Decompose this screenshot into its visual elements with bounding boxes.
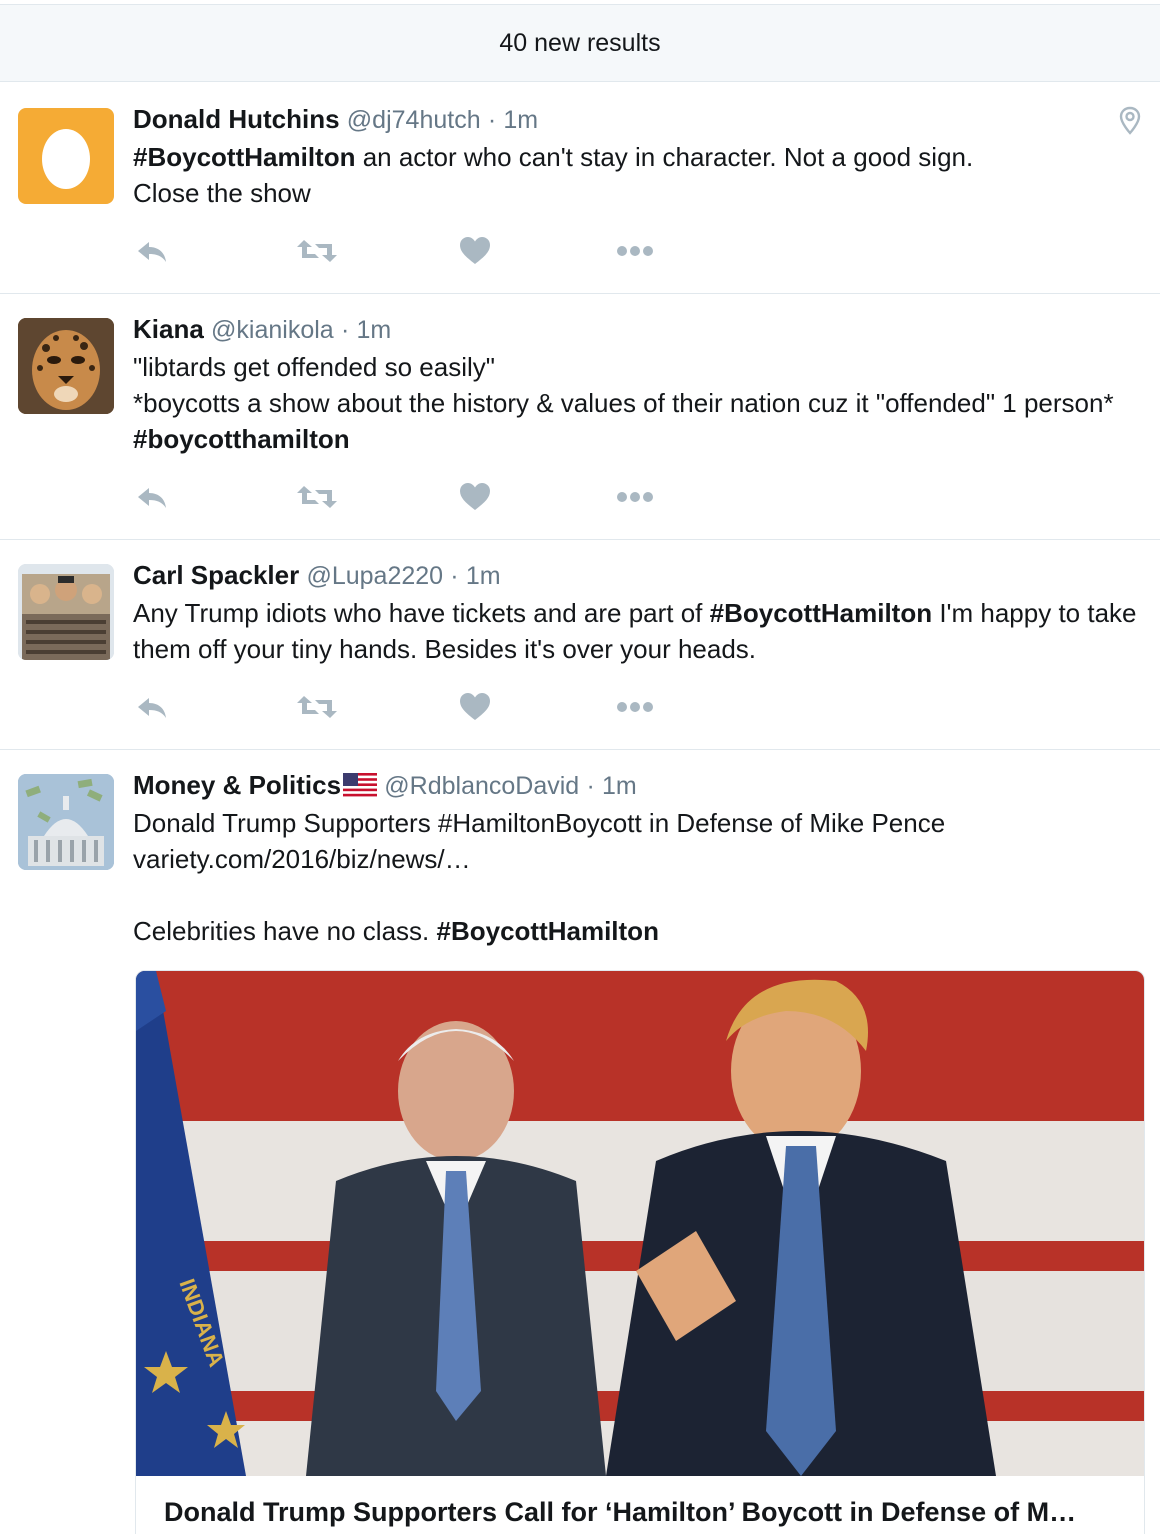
more-icon bbox=[617, 246, 653, 256]
tweet-item[interactable]: Kiana @kianikola · 1m "libtards get offe… bbox=[0, 294, 1160, 540]
retweet-button[interactable] bbox=[295, 234, 337, 268]
like-button[interactable] bbox=[458, 690, 498, 724]
like-icon bbox=[460, 237, 490, 264]
separator-dot: · bbox=[487, 106, 497, 134]
separator-dot: · bbox=[586, 772, 595, 800]
tweet-text: Any Trump idiots who have tickets and ar… bbox=[133, 595, 1140, 667]
tweet-author-handle[interactable]: @kianikola bbox=[211, 316, 334, 344]
card-image: INDIANA bbox=[136, 971, 1144, 1476]
hashtag-link[interactable]: #BoycottHamilton bbox=[710, 598, 932, 628]
retweet-button[interactable] bbox=[295, 480, 337, 514]
link-preview-card[interactable]: INDIANA Donald Trump Supporters Call for… bbox=[135, 970, 1145, 1534]
reply-button[interactable] bbox=[133, 234, 173, 268]
tweet-text: Donald Trump Supporters #HamiltonBoycott… bbox=[133, 805, 1140, 949]
tweet-text-segment: Close the show bbox=[133, 178, 311, 208]
hashtag-link[interactable]: #boycotthamilton bbox=[133, 424, 350, 454]
retweet-icon bbox=[297, 240, 337, 262]
tweet-author-name[interactable]: Kiana bbox=[133, 314, 204, 344]
separator-dot: · bbox=[450, 562, 459, 590]
card-title[interactable]: Donald Trump Supporters Call for ‘Hamilt… bbox=[164, 1497, 1124, 1528]
leopard-face-avatar-icon bbox=[18, 318, 114, 414]
avatar[interactable] bbox=[18, 564, 114, 660]
tweet-text: "libtards get offended so easily" *boyco… bbox=[133, 349, 1140, 457]
like-icon bbox=[460, 693, 490, 720]
avatar[interactable] bbox=[18, 318, 114, 414]
location-pin-icon[interactable] bbox=[1118, 106, 1142, 136]
tweet-author-name[interactable]: Money & Politics bbox=[133, 770, 341, 800]
tweet-timestamp[interactable]: 1m bbox=[503, 106, 538, 134]
tweet-author-handle[interactable]: @RdblancoDavid bbox=[384, 772, 579, 800]
new-results-banner[interactable]: 40 new results bbox=[0, 4, 1160, 82]
more-icon bbox=[617, 492, 653, 502]
retweet-button[interactable] bbox=[295, 690, 337, 724]
tweet-item[interactable]: Donald Hutchins @dj74hutch · 1m #Boycott… bbox=[0, 84, 1160, 294]
reply-button[interactable] bbox=[133, 690, 173, 724]
more-button[interactable] bbox=[615, 480, 655, 514]
like-button[interactable] bbox=[458, 480, 498, 514]
more-icon bbox=[617, 702, 653, 712]
tweet-text-segment: *boycotts a show about the history & val… bbox=[133, 388, 1114, 418]
reply-icon bbox=[138, 698, 166, 718]
retweet-icon bbox=[297, 486, 337, 508]
hashtag-link[interactable]: #BoycottHamilton bbox=[133, 142, 355, 172]
tweet-author-name[interactable]: Donald Hutchins bbox=[133, 104, 340, 134]
us-flag-icon bbox=[343, 773, 378, 797]
reply-icon bbox=[138, 242, 166, 262]
reply-button[interactable] bbox=[133, 480, 173, 514]
reply-icon bbox=[138, 488, 166, 508]
tweet-text-segment: "libtards get offended so easily" bbox=[133, 352, 495, 382]
egg-avatar-icon bbox=[42, 129, 90, 189]
tweet-timestamp[interactable]: 1m bbox=[466, 562, 501, 590]
avatar[interactable] bbox=[18, 774, 114, 870]
tweet-text-segment: an actor who can't stay in character. No… bbox=[355, 142, 974, 172]
avatar[interactable] bbox=[18, 108, 114, 204]
tweet-author-name[interactable]: Carl Spackler bbox=[133, 560, 299, 590]
tweet-item[interactable]: Carl Spackler @Lupa2220 · 1m Any Trump i… bbox=[0, 540, 1160, 750]
tweet-text-segment: Donald Trump Supporters #HamiltonBoycott… bbox=[133, 808, 946, 838]
tweet-author-handle[interactable]: @Lupa2220 bbox=[306, 562, 443, 590]
more-button[interactable] bbox=[615, 690, 655, 724]
tweet-author-handle[interactable]: @dj74hutch bbox=[347, 106, 481, 134]
like-button[interactable] bbox=[458, 234, 498, 268]
tweet-timestamp[interactable]: 1m bbox=[357, 316, 392, 344]
tweet-text: #BoycottHamilton an actor who can't stay… bbox=[133, 139, 1140, 211]
hashtag-link[interactable]: #BoycottHamilton bbox=[436, 916, 658, 946]
like-icon bbox=[460, 483, 490, 510]
separator-dot: · bbox=[340, 316, 350, 344]
tweet-text-segment: Any Trump idiots who have tickets and ar… bbox=[133, 598, 710, 628]
tweet-timestamp[interactable]: 1m bbox=[602, 772, 637, 800]
tweet-text-segment: Celebrities have no class. bbox=[133, 916, 437, 946]
tweet-link[interactable]: variety.com/2016/biz/news/… bbox=[133, 844, 471, 874]
capitol-money-avatar-icon bbox=[18, 774, 114, 870]
retweet-icon bbox=[297, 696, 337, 718]
more-button[interactable] bbox=[615, 234, 655, 268]
billboard-building-avatar-icon bbox=[18, 564, 114, 660]
